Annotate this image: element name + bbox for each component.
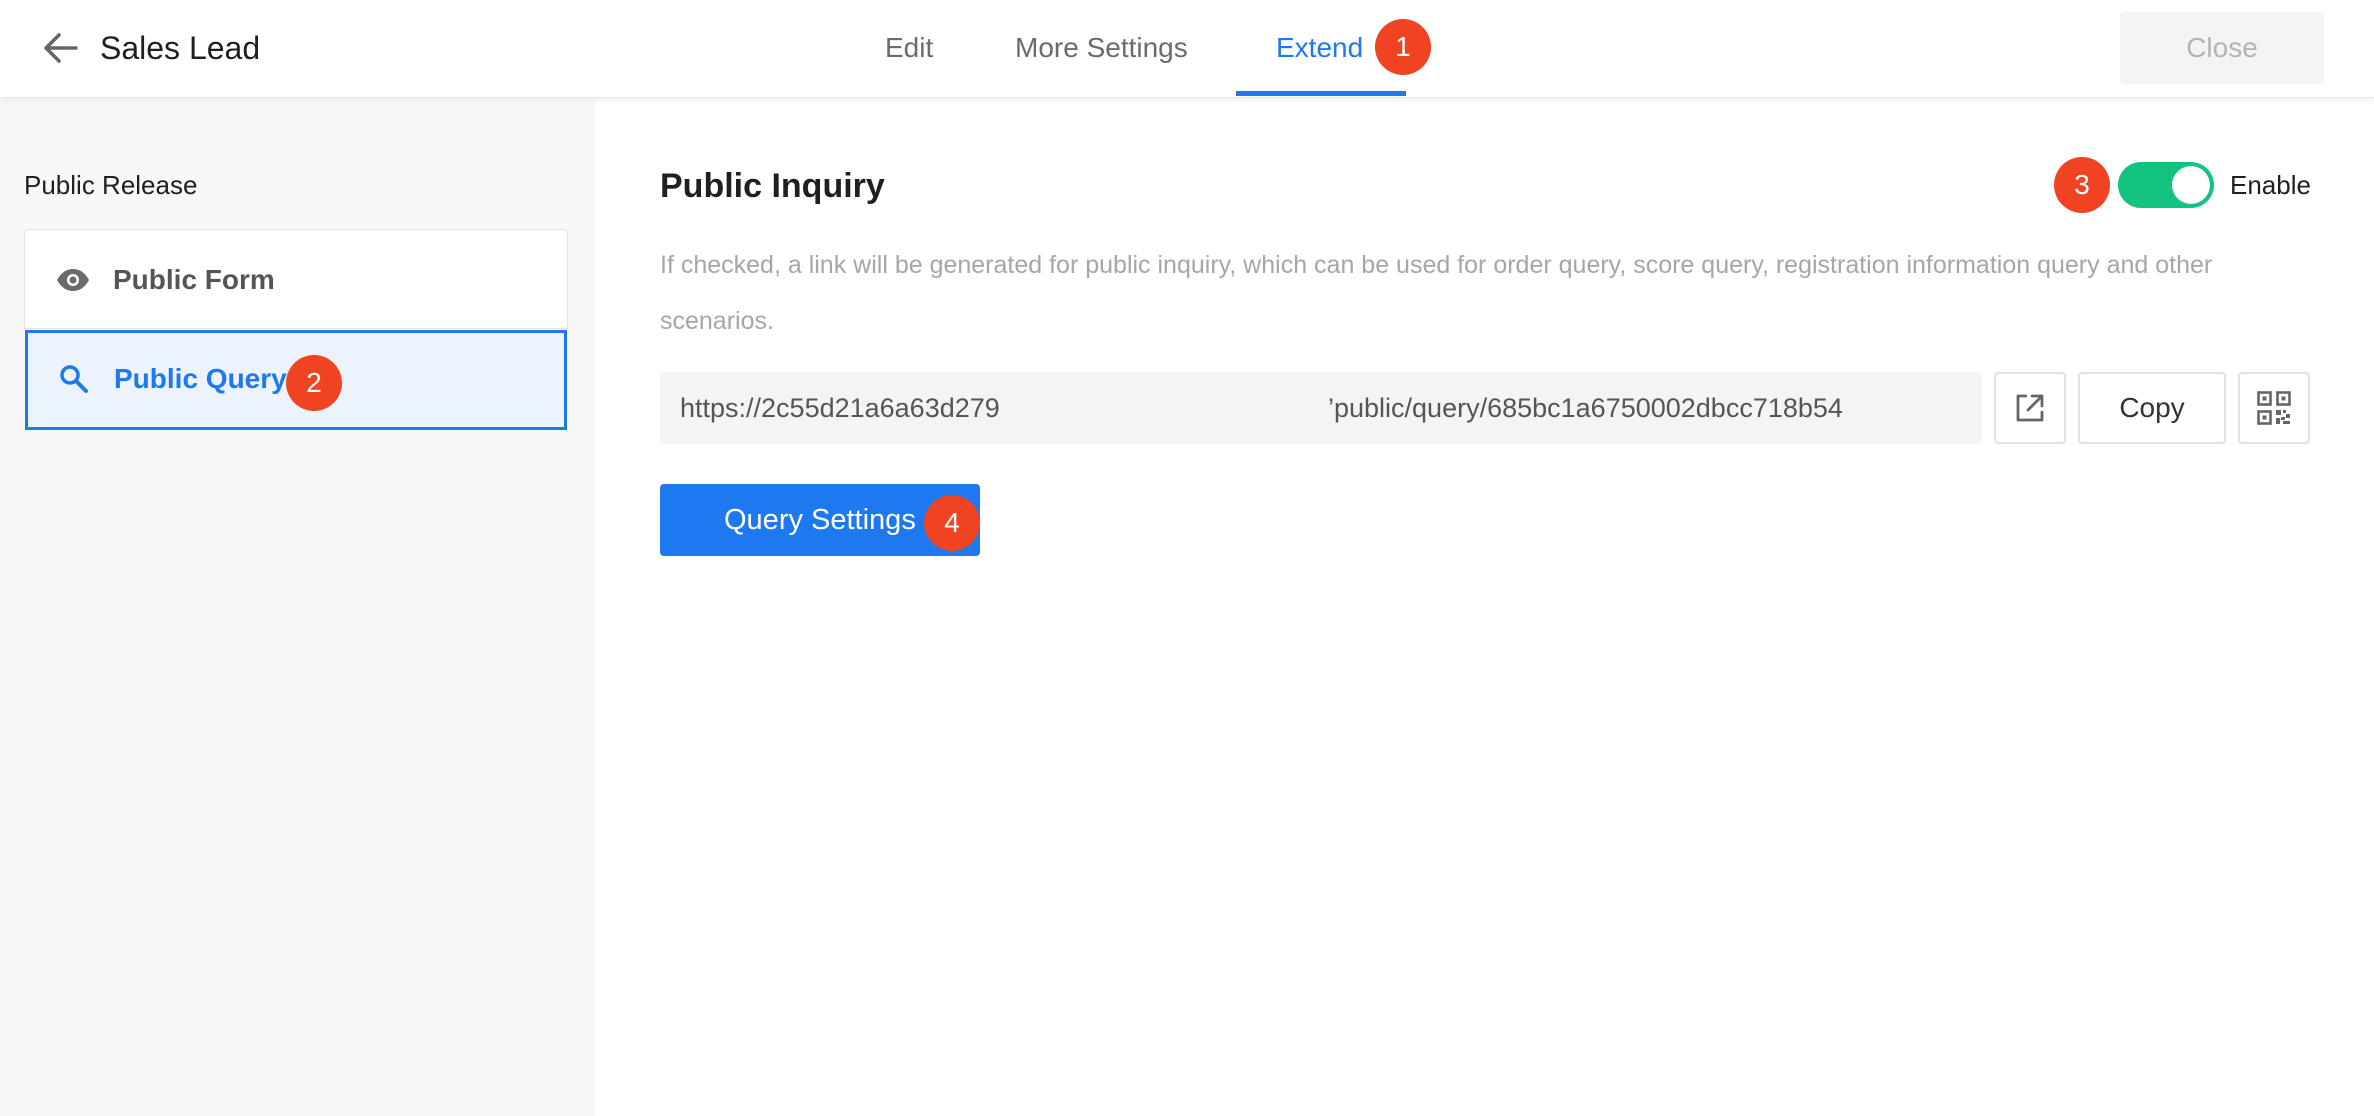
sidebar-item-label: Public Query [114, 363, 287, 394]
open-link-button[interactable] [1994, 372, 2066, 444]
copy-button[interactable]: Copy [2078, 372, 2226, 444]
toggle-knob [2172, 166, 2210, 204]
tab-extend[interactable]: Extend [1276, 28, 1363, 68]
annotation-badge-4: 4 [924, 495, 980, 551]
sidebar: Public Release Public Form Public Query [0, 99, 595, 1116]
external-link-icon [2016, 394, 2044, 422]
description-text: If checked, a link will be generated for… [660, 251, 2213, 335]
qr-code-icon [2257, 391, 2291, 425]
enable-toggle[interactable] [2118, 162, 2214, 208]
public-link-field[interactable]: https://2c55d21a6a63d279 ’public/query/6… [660, 372, 1982, 444]
query-settings-label: Query Settings [724, 504, 916, 536]
annotation-badge-3: 3 [2054, 157, 2110, 213]
main-panel: Public Inquiry Enable If checked, a link… [595, 99, 2374, 1116]
top-tabs: Edit More Settings Extend [0, 0, 2374, 98]
qr-code-button[interactable] [2238, 372, 2310, 444]
section-title: Public Inquiry [660, 167, 885, 205]
toggle-label: Enable [2230, 170, 2311, 200]
search-icon [56, 361, 92, 397]
close-button[interactable]: Close [2120, 12, 2324, 84]
url-text-start: https://2c55d21a6a63d279 [680, 393, 1000, 423]
sidebar-section-title: Public Release [24, 170, 198, 200]
annotation-badge-2: 2 [286, 355, 342, 411]
top-bar: Sales Lead Edit More Settings Extend Clo… [0, 0, 2374, 98]
annotation-badge-1: 1 [1375, 19, 1431, 75]
tab-more-settings[interactable]: More Settings [1015, 28, 1188, 68]
sidebar-item-public-form[interactable]: Public Form [24, 229, 568, 329]
tab-edit[interactable]: Edit [885, 28, 933, 68]
sidebar-item-label: Public Form [113, 264, 275, 295]
active-tab-indicator [1236, 91, 1406, 96]
url-text-end: ’public/query/685bc1a6750002dbcc718b54 [1328, 393, 1843, 423]
eye-icon [55, 262, 91, 298]
